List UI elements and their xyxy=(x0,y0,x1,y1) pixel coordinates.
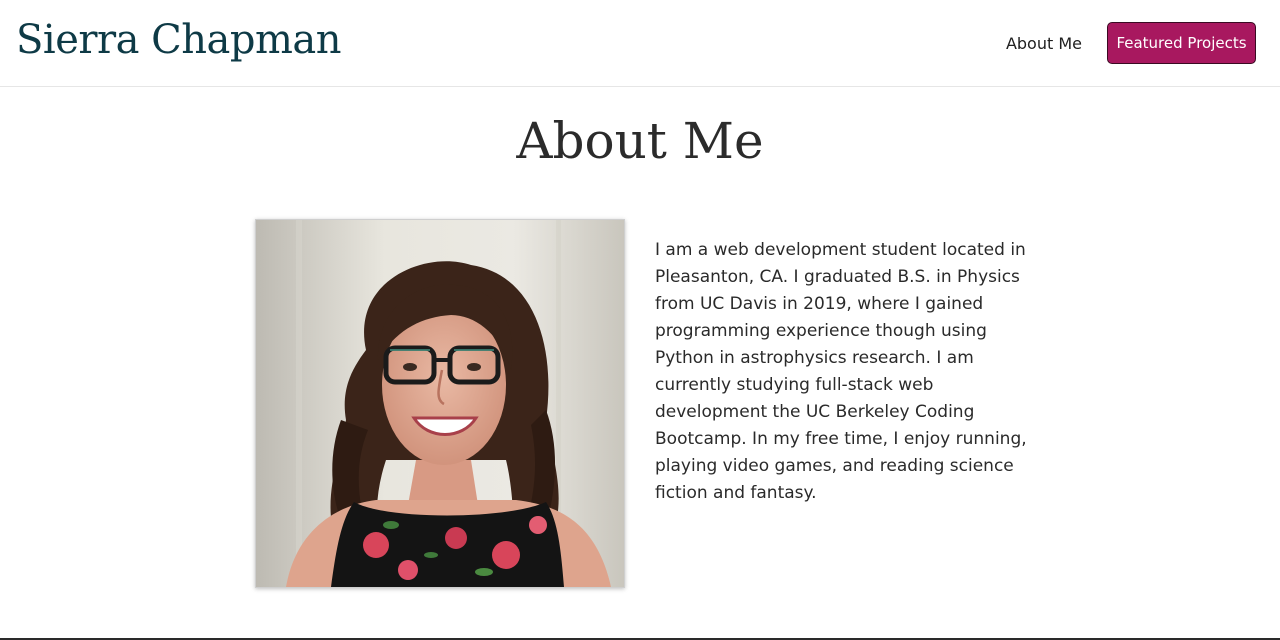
main-nav: About Me Featured Projects xyxy=(1006,22,1256,64)
site-header: Sierra Chapman About Me Featured Project… xyxy=(0,0,1280,87)
site-title[interactable]: Sierra Chapman xyxy=(16,12,342,68)
page-title: About Me xyxy=(516,112,764,170)
profile-photo xyxy=(255,219,625,588)
nav-link-about-me[interactable]: About Me xyxy=(1006,34,1082,53)
bio-text: I am a web development student located i… xyxy=(655,240,1027,503)
featured-projects-button[interactable]: Featured Projects xyxy=(1107,22,1256,64)
